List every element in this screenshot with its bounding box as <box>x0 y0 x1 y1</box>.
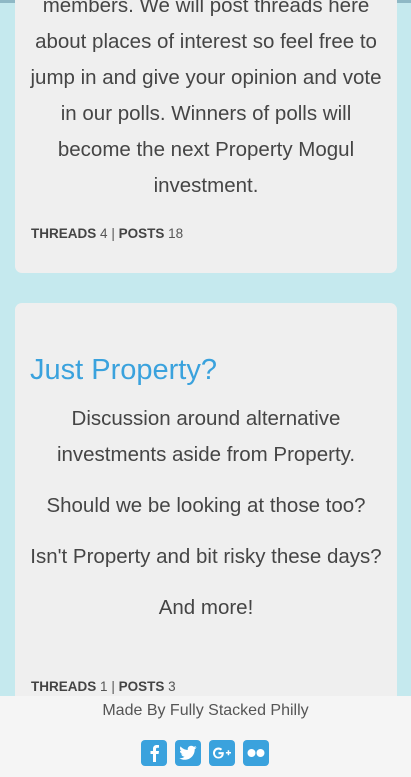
description-paragraph: And more! <box>158 596 254 619</box>
social-links <box>141 740 269 766</box>
threads-label: THREADS <box>31 226 97 241</box>
threads-label: THREADS <box>31 679 97 694</box>
flickr-icon[interactable] <box>243 740 269 766</box>
twitter-icon[interactable] <box>175 740 201 766</box>
forum-card: Just Property? Discussion around alterna… <box>15 303 397 723</box>
threads-count: 4 <box>100 226 108 241</box>
stats-separator: | <box>111 679 115 694</box>
google-plus-icon[interactable] <box>209 740 235 766</box>
posts-count: 18 <box>168 226 184 241</box>
posts-label: POSTS <box>118 679 165 694</box>
facebook-icon[interactable] <box>141 740 167 766</box>
posts-count: 3 <box>168 679 176 694</box>
posts-label: POSTS <box>118 226 165 241</box>
forum-stats: THREADS 4 | POSTS 18 <box>31 226 183 242</box>
description-paragraph: Should we be looking at those too? <box>46 494 366 517</box>
stats-separator: | <box>111 226 115 241</box>
threads-count: 1 <box>100 679 108 694</box>
description-paragraph: Isn't Property and bit risky these days? <box>30 545 382 568</box>
forum-stats: THREADS 1 | POSTS 3 <box>31 679 176 695</box>
forum-title-link[interactable]: Just Property? <box>30 351 217 389</box>
forum-description: Discussion around alternative investment… <box>27 401 385 641</box>
forum-description: members. We will post threads here about… <box>30 0 382 197</box>
forum-card: members. We will post threads here about… <box>15 0 397 273</box>
description-paragraph: Discussion around alternative investment… <box>56 407 356 466</box>
footer: Made By Fully Stacked Philly <box>0 696 411 777</box>
footer-credit: Made By Fully Stacked Philly <box>102 702 309 719</box>
